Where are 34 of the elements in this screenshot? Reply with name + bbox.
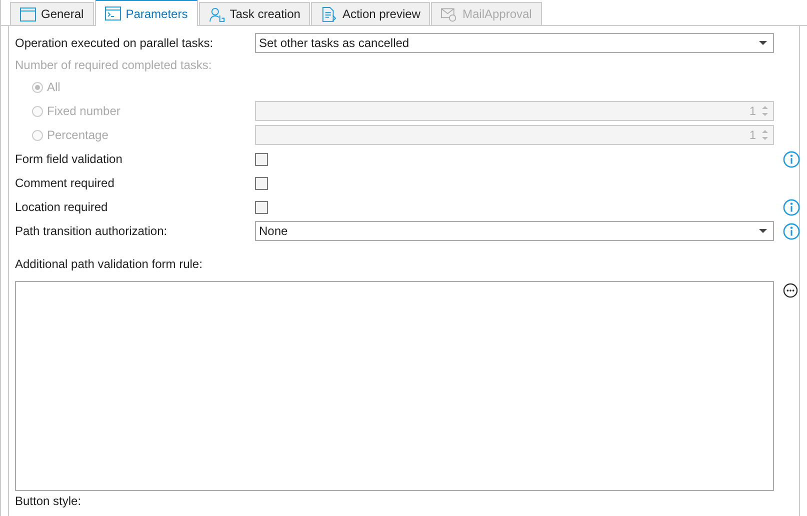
envelope-icon bbox=[441, 6, 458, 22]
radio-label: Percentage bbox=[47, 128, 108, 142]
more-options-icon[interactable] bbox=[783, 283, 798, 298]
checkbox[interactable] bbox=[255, 200, 268, 214]
document-icon bbox=[321, 6, 338, 22]
field-label: Form field validation bbox=[15, 152, 124, 166]
dropdown[interactable]: Set other tasks as cancelled bbox=[255, 33, 774, 53]
tab[interactable]: Task creation bbox=[198, 2, 310, 25]
spinner-arrows-icon bbox=[761, 104, 769, 118]
radio-label: Fixed number bbox=[47, 104, 120, 118]
checkbox[interactable] bbox=[255, 176, 268, 190]
caret-icon bbox=[759, 229, 767, 233]
field-label: Operation executed on parallel tasks: bbox=[15, 36, 214, 50]
section-label: Button style: bbox=[15, 494, 82, 508]
field-label: Comment required bbox=[15, 176, 116, 190]
radio-label: All bbox=[47, 80, 60, 94]
checkbox[interactable] bbox=[255, 152, 268, 166]
info-icon[interactable] bbox=[783, 198, 800, 216]
caret-icon bbox=[759, 41, 767, 45]
person-icon bbox=[208, 6, 225, 22]
dropdown[interactable]: None bbox=[255, 221, 774, 241]
tab[interactable]: Parameters bbox=[94, 0, 198, 26]
field-label: Path transition authorization: bbox=[15, 224, 168, 238]
info-icon[interactable] bbox=[783, 222, 800, 240]
rule-editor-field[interactable] bbox=[15, 281, 774, 491]
info-icon[interactable] bbox=[783, 150, 800, 168]
spinner-arrows-icon bbox=[761, 128, 769, 142]
terminal-icon bbox=[104, 6, 121, 21]
tab[interactable]: Action preview bbox=[311, 2, 430, 25]
section-label: Number of required completed tasks: bbox=[15, 58, 213, 72]
tab[interactable]: General bbox=[10, 2, 94, 25]
window-icon bbox=[20, 6, 36, 22]
field-label: Additional path validation form rule: bbox=[15, 257, 204, 273]
field-label: Location required bbox=[15, 200, 109, 214]
